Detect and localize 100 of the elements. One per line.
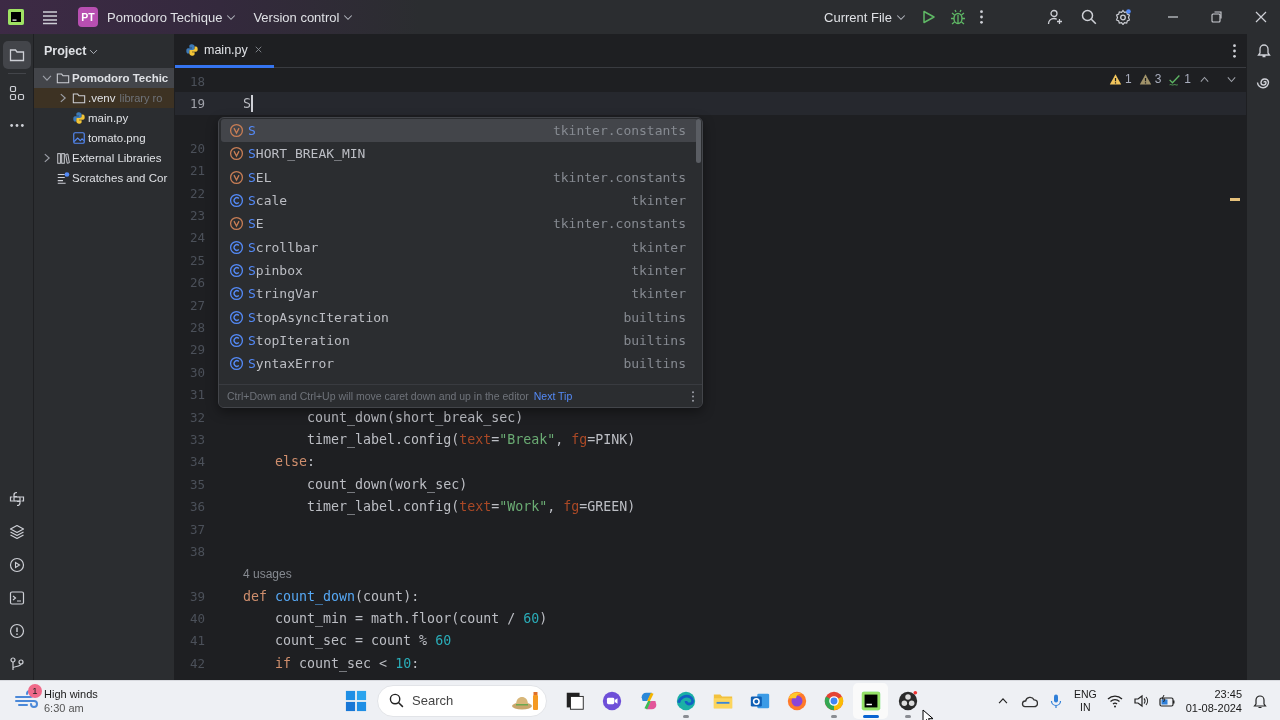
notification-badge: 1 xyxy=(28,683,42,698)
start-icon[interactable] xyxy=(344,689,367,712)
code-line: timer_label.config(text="Break", fg=PINK) xyxy=(306,431,636,447)
completion-item[interactable]: Scrollbar tkinter xyxy=(221,235,698,259)
menu-icon[interactable] xyxy=(42,9,58,25)
folder-icon xyxy=(56,71,70,85)
completion-label: SHORT_BREAK_MIN xyxy=(248,146,366,162)
library-icon xyxy=(56,151,70,165)
completion-item[interactable]: SyntaxError builtins xyxy=(221,351,698,376)
app-icon xyxy=(859,689,882,712)
problems-icon[interactable] xyxy=(8,622,25,639)
tree-item[interactable]: Scratches and Cor xyxy=(34,168,174,188)
completion-source: tkinter xyxy=(631,239,686,255)
completion-label: StopAsyncIteration xyxy=(248,309,389,325)
vcs-menu[interactable]: Version control xyxy=(247,5,361,29)
completion-source: tkinter xyxy=(631,262,686,278)
tree-item[interactable]: Pomodoro Techic xyxy=(34,68,174,88)
item-label: External Libraries xyxy=(72,152,162,164)
terminal-icon[interactable] xyxy=(8,589,25,606)
bug-icon[interactable] xyxy=(950,9,966,25)
variable-icon xyxy=(229,169,244,185)
taskbar-button[interactable] xyxy=(853,682,888,719)
usage-hint[interactable]: 4 usages xyxy=(243,566,292,581)
video-call-icon xyxy=(600,689,623,712)
completion-label: SEL xyxy=(248,169,272,185)
completion-item[interactable]: StopIteration builtins xyxy=(221,328,698,352)
variable-icon xyxy=(229,216,244,232)
volume-icon[interactable] xyxy=(1132,692,1149,709)
code-line: def count_down(count): xyxy=(243,588,420,604)
completion-item[interactable]: SEL tkinter.constants xyxy=(221,165,698,189)
search-icon[interactable] xyxy=(1081,9,1097,25)
python-console-icon[interactable] xyxy=(8,490,25,507)
completion-item[interactable]: Spinbox tkinter xyxy=(221,258,698,283)
battery-icon[interactable] xyxy=(1158,692,1176,709)
item-label: .venv xyxy=(88,92,116,104)
run-icon[interactable] xyxy=(8,556,25,573)
completion-item[interactable]: SHORT_BREAK_MIN xyxy=(221,142,698,166)
more-icon[interactable] xyxy=(1233,43,1236,58)
item-label: main.py xyxy=(88,112,129,124)
completion-source: builtins xyxy=(623,332,686,348)
inspection-count: 3 xyxy=(1154,72,1162,86)
inspection-count: 1 xyxy=(1124,72,1132,86)
tool-window-button[interactable] xyxy=(2,40,31,69)
editor-tab[interactable]: main.py xyxy=(175,34,274,68)
completion-source: tkinter xyxy=(631,286,686,302)
add-user-icon[interactable] xyxy=(1047,9,1063,25)
app-logo-icon[interactable] xyxy=(8,9,24,25)
hat-icon xyxy=(511,689,539,712)
run-icon[interactable] xyxy=(920,9,936,25)
code-line: count_down(short_break_sec) xyxy=(306,409,524,425)
tree-item[interactable]: tomato.png xyxy=(34,128,174,148)
notifications-icon[interactable] xyxy=(1255,42,1272,58)
browser-icon xyxy=(674,689,697,712)
class-icon xyxy=(229,356,244,372)
class-icon xyxy=(229,262,244,278)
code-line: timer_label.config(text="Work", fg=GREEN) xyxy=(306,499,636,515)
completion-item[interactable]: StringVar tkinter xyxy=(221,282,698,306)
completion-item[interactable]: StopAsyncIteration builtins xyxy=(221,305,698,329)
close-icon[interactable] xyxy=(1253,9,1269,25)
check-icon[interactable] xyxy=(1168,72,1182,86)
code-line: else: xyxy=(274,454,316,470)
warning-icon[interactable] xyxy=(1138,72,1152,86)
clock-date[interactable]: 01-08-2024 xyxy=(1185,700,1242,715)
more-icon[interactable] xyxy=(980,10,983,24)
panel-title[interactable]: Project xyxy=(44,42,100,60)
variable-icon xyxy=(229,146,244,162)
restore-icon[interactable] xyxy=(1209,9,1225,25)
notification-icon[interactable] xyxy=(1252,692,1268,709)
completion-item[interactable]: Scale tkinter xyxy=(221,188,698,213)
image-file-icon xyxy=(72,131,86,145)
input-language[interactable]: ENG xyxy=(1073,687,1097,701)
app-icon xyxy=(896,689,919,712)
search-field[interactable]: Search xyxy=(377,684,547,717)
completion-label: SyntaxError xyxy=(248,356,335,372)
tree-item[interactable]: main.py xyxy=(34,108,174,128)
scrollbar-thumb[interactable] xyxy=(696,119,701,163)
git-icon[interactable] xyxy=(8,655,25,672)
tree-item[interactable]: .venv library ro xyxy=(34,88,174,108)
completion-source: tkinter.constants xyxy=(552,123,686,139)
tree-item[interactable]: External Libraries xyxy=(34,148,174,168)
clock-time[interactable]: 23:45 xyxy=(1214,686,1242,701)
class-icon xyxy=(229,309,244,325)
scratch-file-icon xyxy=(56,171,70,185)
python-file-icon xyxy=(72,111,86,125)
warning-icon[interactable] xyxy=(1108,72,1122,86)
folder-icon xyxy=(72,91,86,105)
folder-icon xyxy=(8,46,25,63)
layers-icon[interactable] xyxy=(8,523,25,540)
input-region[interactable]: IN xyxy=(1080,700,1091,714)
browser-icon xyxy=(822,689,845,712)
completion-item[interactable]: SE tkinter.constants xyxy=(221,212,698,236)
weather-title[interactable]: High winds xyxy=(44,686,98,701)
next-tip-link[interactable]: Next Tip xyxy=(533,390,573,403)
completion-label: SE xyxy=(248,216,264,232)
completion-source: builtins xyxy=(623,356,686,372)
item-label: Pomodoro Techic xyxy=(72,72,169,84)
project-selector[interactable]: PT Pomodoro Techique xyxy=(72,3,244,31)
project-badge: PT xyxy=(78,7,98,27)
settings-icon[interactable] xyxy=(1115,9,1131,25)
run-config-selector[interactable]: Current File xyxy=(818,5,913,29)
